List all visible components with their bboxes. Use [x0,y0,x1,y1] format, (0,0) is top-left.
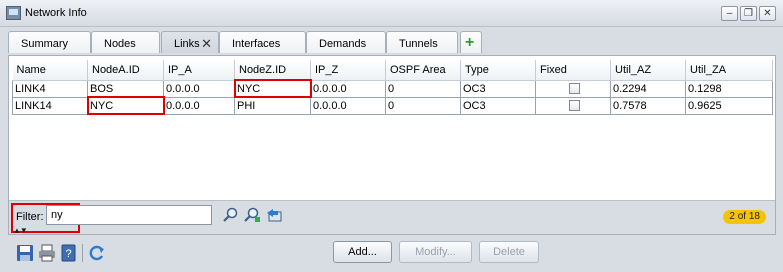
tab-close-icon[interactable]: ✕ [201,36,212,52]
links-panel: Name NodeA.ID IP_A NodeZ.ID IP_Z OSPF Ar… [8,55,776,235]
tab-summary[interactable]: Summary [8,31,91,53]
cell-util-az[interactable]: 0.2294 [610,79,686,98]
tab-demands[interactable]: Demands [306,31,386,53]
close-icon: ✕ [763,8,772,19]
tab-summary-label: Summary [21,38,69,50]
filter-input[interactable] [46,205,212,225]
tab-links[interactable]: Links ✕ [161,31,219,53]
result-count-badge: 2 of 18 [723,210,766,224]
table-row[interactable]: LINK14 NYC 0.0.0.0 PHI 0.0.0.0 0 OC3 0.7… [12,96,773,115]
cell-fixed [535,96,611,115]
column-header-ip-z[interactable]: IP_Z [310,60,386,81]
toolbar-separator [82,244,83,262]
column-header-util-za[interactable]: Util_ZA [685,60,773,81]
tab-tunnels-label: Tunnels [399,38,438,50]
cell-nodea-id-highlighted[interactable]: NYC [86,96,165,115]
print-icon[interactable] [38,244,56,262]
cell-type[interactable]: OC3 [460,79,536,98]
refresh-icon[interactable] [88,244,106,262]
cell-type[interactable]: OC3 [460,96,536,115]
column-header-nodea-id[interactable]: NodeA.ID [87,60,164,81]
zoom-select-icon[interactable] [243,207,261,223]
restore-icon: ❐ [744,8,753,19]
help-icon[interactable]: ? [60,244,78,262]
cell-name[interactable]: LINK14 [12,96,88,115]
app-window-icon [6,6,21,20]
cell-util-za[interactable]: 0.9625 [685,96,773,115]
table-header-row: Name NodeA.ID IP_A NodeZ.ID IP_Z OSPF Ar… [12,60,773,81]
delete-button[interactable]: Delete [479,241,539,263]
links-table: Name NodeA.ID IP_A NodeZ.ID IP_Z OSPF Ar… [12,60,773,115]
filter-bar: Filter: 2 of 18 [9,200,775,234]
column-header-ospf-area[interactable]: OSPF Area [385,60,461,81]
tab-interfaces[interactable]: Interfaces [219,31,306,53]
cell-ip-z[interactable]: 0.0.0.0 [310,96,386,115]
modify-button[interactable]: Modify... [399,241,472,263]
fixed-checkbox[interactable] [568,100,580,112]
fixed-checkbox[interactable] [568,83,580,95]
window-title: Network Info [25,7,87,19]
cell-util-az[interactable]: 0.7578 [610,96,686,115]
cell-util-za[interactable]: 0.1298 [685,79,773,98]
restore-button[interactable]: ❐ [740,6,757,21]
tab-bar: Summary Nodes Links ✕ Interfaces Demands… [8,28,776,55]
cell-ospf-area[interactable]: 0 [385,79,461,98]
column-header-util-az[interactable]: Util_AZ [610,60,686,81]
svg-text:?: ? [65,248,71,260]
tab-demands-label: Demands [319,38,367,50]
tab-interfaces-label: Interfaces [232,38,281,50]
tab-nodes-label: Nodes [104,38,136,50]
add-tab-button[interactable]: + [460,31,482,53]
title-bar: Network Info – ❐ ✕ [0,0,783,27]
column-header-fixed[interactable]: Fixed [535,60,611,81]
export-icon[interactable] [265,207,283,223]
column-header-ip-a[interactable]: IP_A [163,60,235,81]
tab-tunnels[interactable]: Tunnels [386,31,458,53]
save-icon[interactable] [16,244,34,262]
minimize-icon: – [726,8,733,19]
cell-nodea-id[interactable]: BOS [87,79,164,98]
zoom-icon[interactable] [222,207,240,223]
cell-nodez-id[interactable]: PHI [234,96,311,115]
cell-ip-z[interactable]: 0.0.0.0 [310,79,386,98]
add-button[interactable]: Add... [333,241,392,263]
column-header-type[interactable]: Type [460,60,536,81]
tab-nodes[interactable]: Nodes [91,31,160,53]
column-header-nodez-id[interactable]: NodeZ.ID [234,60,311,81]
filter-label: Filter: [16,211,44,223]
cell-ip-a[interactable]: 0.0.0.0 [163,79,235,98]
column-header-name[interactable]: Name [12,60,88,81]
cell-name[interactable]: LINK4 [12,79,88,98]
cell-fixed [535,79,611,98]
bottom-toolbar: ? Add... Modify... Delete [0,236,783,272]
close-window-button[interactable]: ✕ [759,6,776,21]
plus-icon: + [465,34,475,51]
minimize-button[interactable]: – [721,6,738,21]
cell-ospf-area[interactable]: 0 [385,96,461,115]
tab-links-label: Links [174,38,200,50]
cell-nodez-id-highlighted[interactable]: NYC [233,79,312,98]
table-row[interactable]: LINK4 BOS 0.0.0.0 NYC 0.0.0.0 0 OC3 0.22… [12,79,773,98]
cell-ip-a[interactable]: 0.0.0.0 [163,96,235,115]
splitter-arrows-icon[interactable]: ▲▼ [13,226,28,235]
